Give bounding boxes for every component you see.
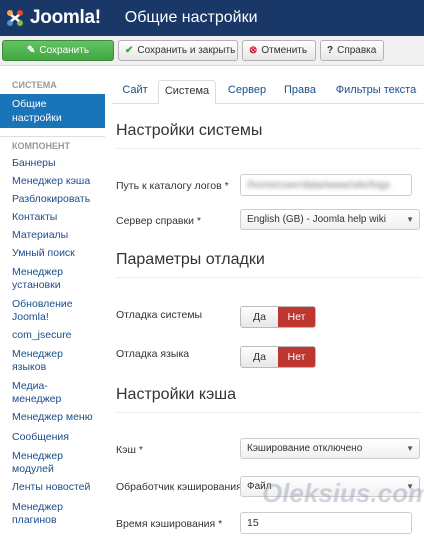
cache-value: Кэширование отключено	[247, 443, 363, 454]
sidebar-item-cache-manager[interactable]: Менеджер кэша	[0, 175, 105, 193]
help-server-value: English (GB) - Joomla help wiki	[247, 214, 386, 225]
cache-label: Кэш *	[116, 444, 143, 456]
debug-language-no-button[interactable]: Нет	[278, 347, 315, 367]
help-server-select[interactable]: English (GB) - Joomla help wiki ▼	[240, 209, 420, 230]
sidebar-item-articles[interactable]: Материалы	[0, 229, 105, 247]
toolbar: ✎ Сохранить ✔ Сохранить и закрыть ⊗ Отме…	[0, 36, 424, 66]
debug-language-yes-button[interactable]: Да	[241, 347, 278, 367]
section-divider	[116, 148, 422, 149]
cancel-button[interactable]: ⊗ Отменить	[242, 40, 316, 61]
help-server-label: Сервер справки *	[116, 215, 201, 227]
sidebar-item-media-manager[interactable]: Медиа-менеджер	[0, 379, 105, 411]
sidebar-item-joomla-update[interactable]: Обновление Joomla!	[0, 297, 105, 329]
debug-system-no-button[interactable]: Нет	[278, 307, 315, 327]
sidebar: СИСТЕМА Общие настройки КОМПОНЕНТ Баннер…	[0, 74, 105, 536]
cache-handler-label: Обработчик кэширования	[116, 481, 242, 493]
cache-time-label: Время кэширования *	[116, 518, 223, 530]
log-path-label: Путь к каталогу логов *	[116, 180, 229, 192]
sidebar-item-smart-search[interactable]: Умный поиск	[0, 247, 105, 265]
sidebar-item-newsfeeds[interactable]: Ленты новостей	[0, 481, 105, 500]
cache-time-input[interactable]: 15	[240, 512, 412, 534]
debug-system-yes-button[interactable]: Да	[241, 307, 278, 327]
debug-system-toggle: Да Нет	[240, 306, 316, 328]
save-button[interactable]: ✎ Сохранить	[2, 40, 114, 61]
sidebar-item-installer[interactable]: Менеджер установки	[0, 265, 105, 297]
log-path-value: /home/user/data/www/site/logs	[247, 179, 390, 191]
sidebar-item-messages[interactable]: Сообщения	[0, 431, 105, 449]
tab-system[interactable]: Система	[158, 80, 216, 105]
logo-text: Joomla!	[30, 7, 101, 28]
cancel-icon: ⊗	[249, 45, 258, 56]
section-divider	[116, 412, 422, 413]
sidebar-item-contacts[interactable]: Контакты	[0, 211, 105, 229]
cache-settings-title: Настройки кэша	[116, 386, 236, 403]
sidebar-item-jsecure[interactable]: com_jsecure	[0, 329, 105, 347]
sidebar-item-banners[interactable]: Баннеры	[0, 157, 105, 175]
joomla-logo[interactable]: Joomla!	[4, 7, 101, 29]
sidebar-item-menu-manager[interactable]: Менеджер меню	[0, 411, 105, 431]
log-path-input[interactable]: /home/user/data/www/site/logs	[240, 174, 412, 196]
sidebar-item-module-manager[interactable]: Менеджер модулей	[0, 449, 105, 481]
check-icon: ✔	[125, 45, 134, 56]
cancel-button-label: Отменить	[261, 45, 308, 56]
sidebar-item-general-settings[interactable]: Общие настройки	[0, 94, 105, 128]
save-button-label: Сохранить	[39, 45, 90, 56]
debug-language-label: Отладка языка	[116, 348, 190, 360]
tab-site[interactable]: Сайт	[116, 80, 154, 104]
edit-icon: ✎	[26, 45, 36, 56]
page-title: Общие настройки	[124, 9, 258, 26]
save-and-close-button[interactable]: ✔ Сохранить и закрыть	[118, 40, 238, 61]
help-button[interactable]: ? Справка	[320, 40, 384, 61]
sidebar-item-checkin[interactable]: Разблокировать	[0, 193, 105, 211]
help-button-label: Справка	[337, 45, 377, 56]
tab-text-filters[interactable]: Фильтры текста	[328, 80, 424, 104]
watermark-text: Oleksius.com	[262, 478, 424, 508]
settings-tabs: Сайт Система Сервер Права Фильтры текста	[112, 74, 424, 105]
sidebar-component-list: Баннеры Менеджер кэша Разблокировать Кон…	[0, 157, 105, 530]
sidebar-item-plugin-manager[interactable]: Менеджер плагинов	[0, 500, 105, 530]
site-watermark: Oleksius.com	[262, 478, 424, 509]
cache-select[interactable]: Кэширование отключено ▼	[240, 438, 420, 459]
cache-time-value: 15	[247, 517, 259, 529]
sidebar-heading-component: КОМПОНЕНТ	[12, 141, 70, 151]
system-settings-title: Настройки системы	[116, 122, 263, 139]
help-icon: ?	[327, 45, 334, 56]
tab-server[interactable]: Сервер	[222, 80, 272, 104]
debug-settings-title: Параметры отладки	[116, 251, 265, 268]
save-and-close-label: Сохранить и закрыть	[137, 45, 236, 56]
joomla-logo-icon	[7, 10, 23, 26]
tab-permissions[interactable]: Права	[278, 80, 322, 104]
sidebar-item-language-manager[interactable]: Менеджер языков	[0, 347, 105, 379]
sidebar-heading-system: СИСТЕМА	[12, 80, 57, 90]
app-header: Joomla! Общие настройки	[0, 0, 424, 36]
section-divider	[116, 277, 422, 278]
debug-system-label: Отладка системы	[116, 309, 203, 321]
debug-language-toggle: Да Нет	[240, 346, 316, 368]
chevron-down-icon: ▼	[406, 444, 414, 453]
chevron-down-icon: ▼	[406, 215, 414, 224]
